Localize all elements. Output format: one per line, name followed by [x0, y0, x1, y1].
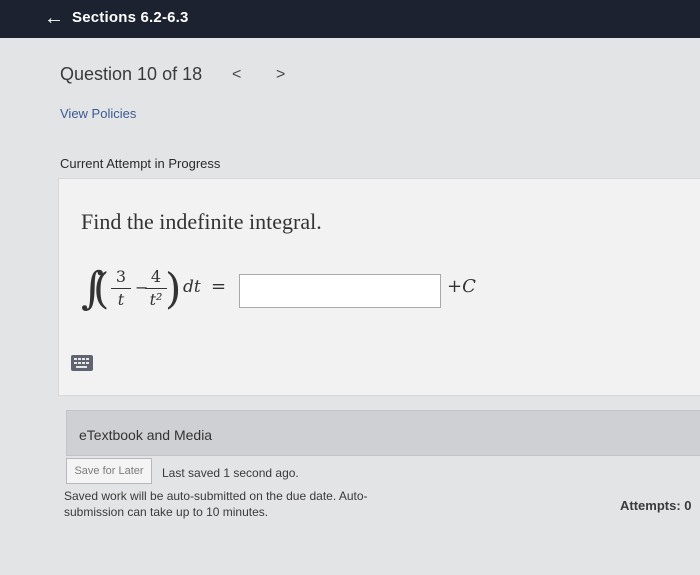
attempts-count: Attempts: 0: [620, 498, 692, 513]
fraction-numerator: 4: [150, 267, 162, 286]
fraction-numerator: 3: [115, 267, 127, 286]
right-parenthesis: ): [165, 264, 182, 313]
integral-expression: ∫ ( 3 t − 4 t² ) dt = +C: [81, 261, 501, 321]
etextbook-media-toggle[interactable]: eTextbook and Media: [79, 427, 212, 443]
auto-submit-note: Saved work will be auto-submitted on the…: [64, 489, 368, 519]
last-saved-status: Last saved 1 second ago.: [162, 466, 299, 480]
next-question-button[interactable]: >: [276, 66, 285, 84]
fraction-4-over-t-squared: 4 t²: [145, 267, 167, 310]
attempt-status: Current Attempt in Progress: [60, 156, 221, 171]
fraction-denominator: t: [117, 290, 125, 309]
equals-sign: =: [211, 276, 227, 297]
question-counter: Question 10 of 18: [60, 64, 203, 84]
differential: dt: [183, 277, 201, 297]
answer-input[interactable]: [239, 274, 441, 308]
fraction-bar: [145, 288, 167, 289]
save-for-later-button[interactable]: Save for Later: [66, 458, 152, 484]
top-bar: ← Sections 6.2-6.3: [0, 0, 700, 38]
fraction-denominator: t²: [149, 290, 163, 309]
view-policies-link[interactable]: View Policies: [60, 106, 136, 121]
fraction-bar: [111, 288, 131, 289]
fraction-3-over-t: 3 t: [111, 267, 131, 310]
math-keypad-icon[interactable]: [71, 355, 93, 371]
question-prompt: Find the indefinite integral.: [81, 209, 322, 234]
assignment-title: Sections 6.2-6.3: [72, 9, 189, 26]
back-arrow-icon[interactable]: ←: [44, 8, 64, 28]
left-parenthesis: (: [93, 264, 110, 313]
question-card: Find the indefinite integral. ∫ ( 3 t − …: [58, 178, 700, 396]
etextbook-media-bar: eTextbook and Media: [66, 410, 700, 456]
previous-question-button[interactable]: <: [232, 66, 241, 84]
constant-of-integration: +C: [447, 276, 476, 297]
